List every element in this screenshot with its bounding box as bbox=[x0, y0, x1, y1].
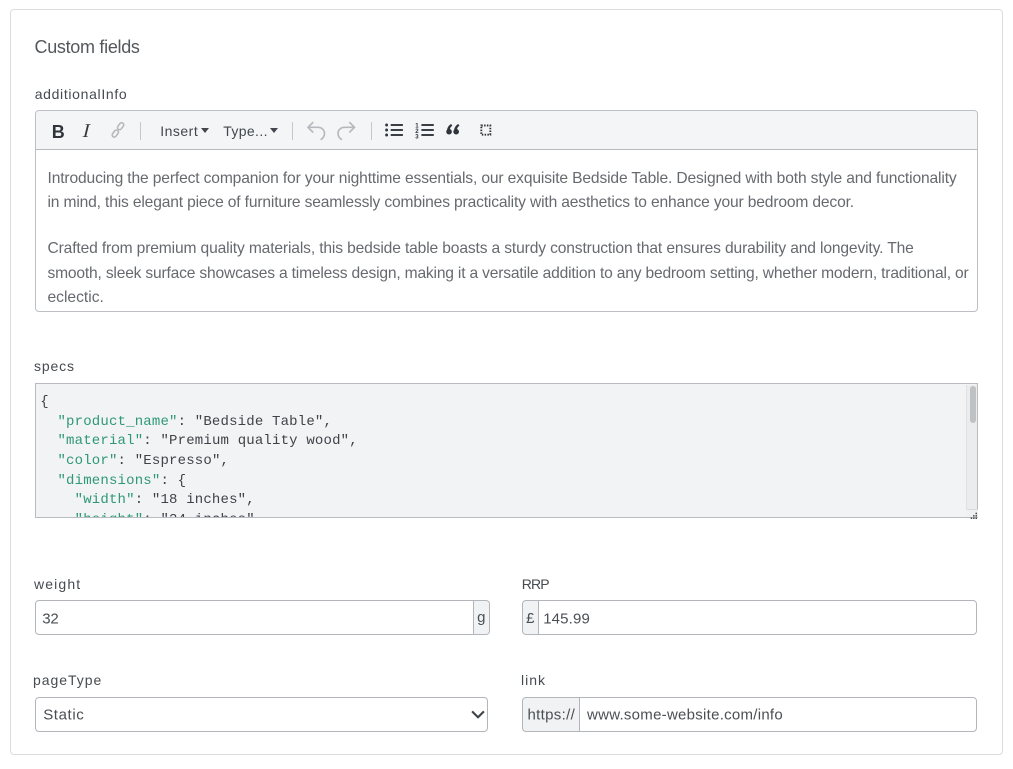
svg-text:3: 3 bbox=[415, 134, 419, 140]
